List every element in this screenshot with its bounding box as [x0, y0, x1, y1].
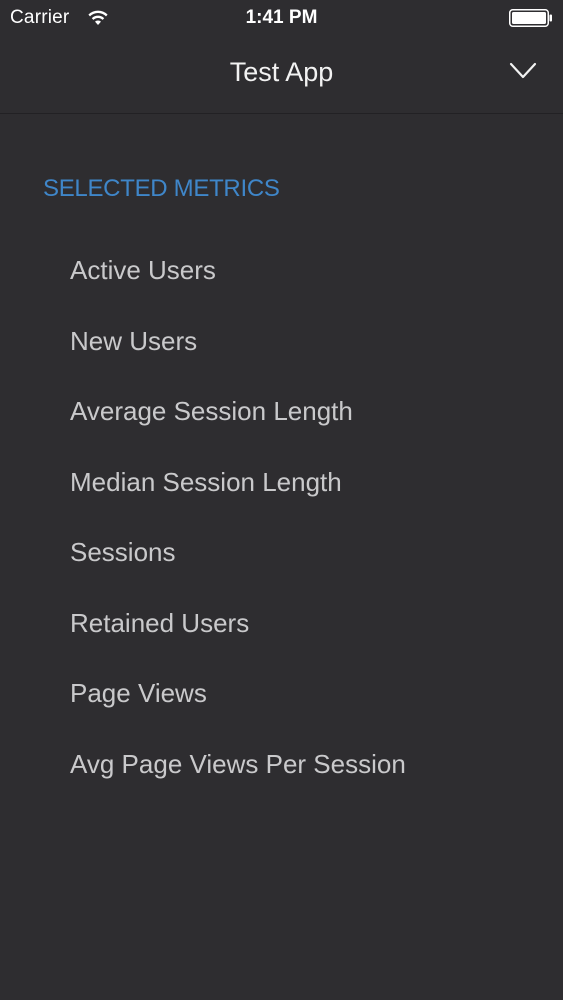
app-screen: Carrier 1:41 PM Test App SELECTED METRIC… [0, 0, 563, 1000]
navigation-bar: Test App [0, 38, 563, 114]
metric-item-page-views[interactable]: Page Views [70, 675, 406, 746]
section-header: SELECTED METRICS [43, 175, 280, 202]
chevron-down-icon[interactable] [509, 60, 537, 82]
metric-item-median-session-length[interactable]: Median Session Length [70, 464, 406, 535]
metric-item-sessions[interactable]: Sessions [70, 534, 406, 605]
status-bar: Carrier 1:41 PM [0, 0, 563, 38]
metric-item-active-users[interactable]: Active Users [70, 252, 406, 323]
metric-list: Active Users New Users Average Session L… [70, 252, 406, 816]
metric-item-avg-page-views-per-session[interactable]: Avg Page Views Per Session [70, 746, 406, 817]
status-time: 1:41 PM [245, 7, 318, 28]
metric-item-retained-users[interactable]: Retained Users [70, 605, 406, 676]
battery-icon [509, 9, 552, 27]
metric-item-new-users[interactable]: New Users [70, 323, 406, 394]
metric-item-average-session-length[interactable]: Average Session Length [70, 393, 406, 464]
page-title: Test App [229, 57, 334, 87]
